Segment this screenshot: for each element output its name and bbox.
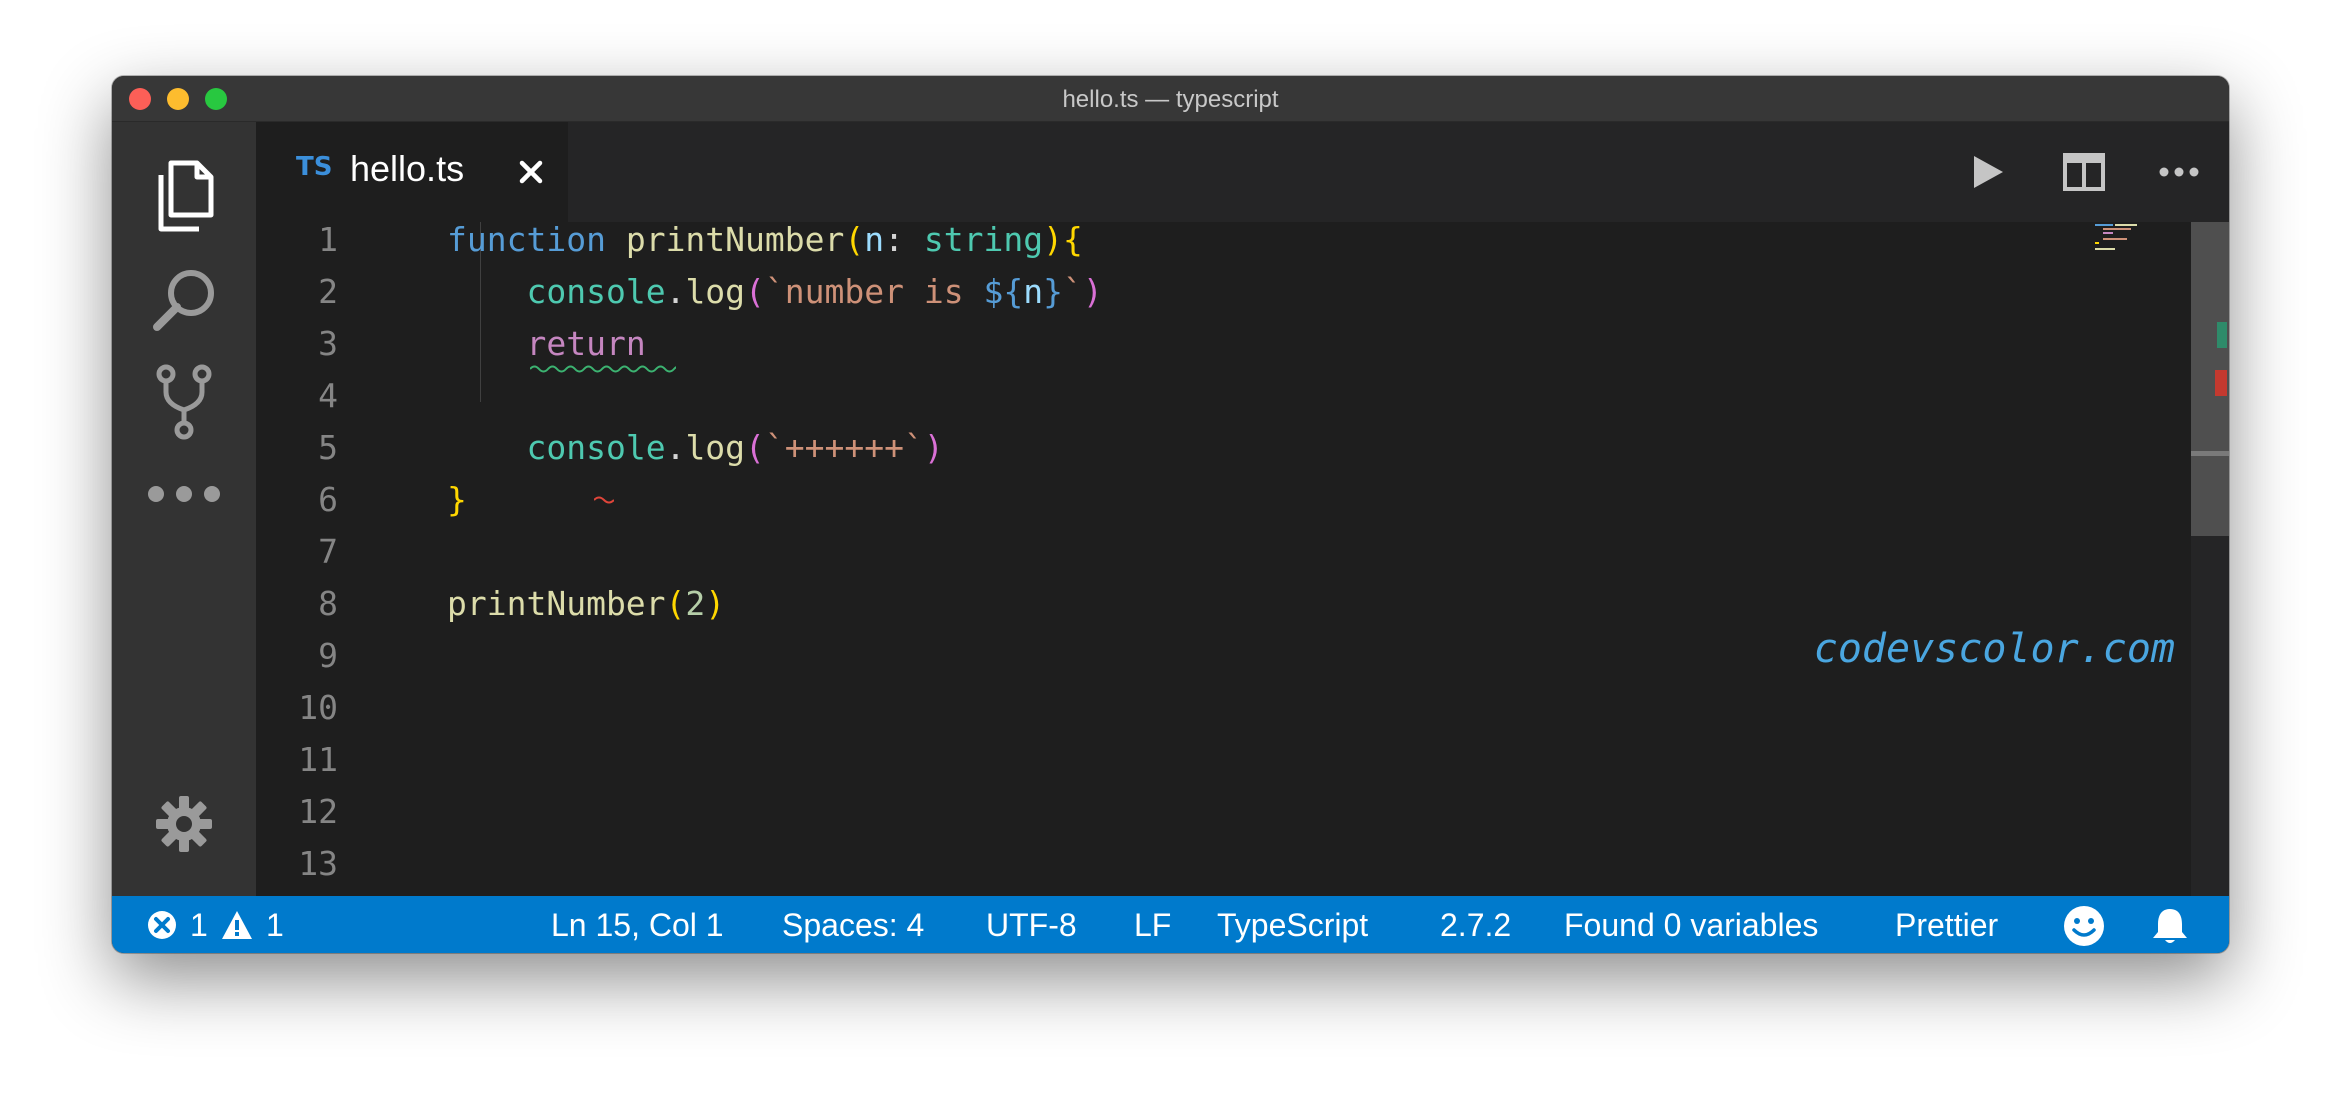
tab-hello-ts[interactable]: TS hello.ts (256, 122, 568, 222)
code-line: function printNumber(n: string){ (447, 222, 1083, 259)
line-number: 1 (318, 222, 338, 259)
source-control-icon (156, 364, 212, 440)
line-number: 11 (298, 740, 338, 779)
code-line: } (447, 480, 467, 519)
cursor-position[interactable]: Ln 15, Col 1 (551, 906, 724, 944)
line-number: 2 (318, 272, 338, 311)
line-number: 6 (318, 480, 338, 519)
vscode-window: hello.ts — typescript TS hello.ts 1 2 3 … (112, 76, 2229, 953)
code-line: printNumber(2) (447, 584, 726, 623)
vertical-scrollbar[interactable] (2191, 222, 2229, 896)
warning-count[interactable]: 1 (266, 906, 284, 944)
close-icon (519, 160, 543, 184)
run-button[interactable] (1963, 147, 2013, 197)
warning-squiggle (530, 365, 676, 373)
formatter-status[interactable]: Prettier (1895, 906, 1998, 944)
minimap[interactable] (2091, 222, 2191, 282)
close-tab-button[interactable] (511, 152, 551, 192)
line-number: 12 (298, 792, 338, 831)
line-number: 7 (318, 532, 338, 571)
error-squiggle (594, 496, 614, 504)
status-bar: 1 1 Ln 15, Col 1 Spaces: 4 UTF-8 LF Type… (112, 896, 2229, 953)
line-number: 8 (318, 584, 338, 623)
more-views-button[interactable] (112, 442, 256, 546)
code-line: return (526, 324, 646, 363)
title-bar: hello.ts — typescript (112, 76, 2229, 122)
feedback-smiley-icon[interactable] (2062, 904, 2106, 948)
scrollbar-cursor-marker (2191, 451, 2229, 456)
line-number: 10 (298, 688, 338, 727)
scrollbar-error-marker (2215, 370, 2227, 396)
variables-status[interactable]: Found 0 variables (1564, 906, 1818, 944)
split-editor-icon (2063, 153, 2105, 191)
files-icon (158, 160, 214, 232)
scrollbar-change-marker (2217, 322, 2227, 348)
line-number: 4 (318, 376, 338, 415)
encoding[interactable]: UTF-8 (986, 906, 1077, 944)
code-line: console.log(`number is ${n}`) (526, 272, 1103, 311)
settings-button[interactable] (112, 772, 256, 876)
search-button[interactable] (112, 248, 256, 352)
typescript-file-icon: TS (296, 152, 333, 182)
gear-icon (156, 796, 212, 852)
split-editor-button[interactable] (2059, 147, 2109, 197)
play-icon (1974, 156, 2003, 188)
line-number: 9 (318, 636, 338, 675)
watermark: codevscolor.com (1813, 626, 2175, 672)
line-number: 3 (318, 324, 338, 363)
activity-bar (112, 122, 256, 896)
code-line: console.log(`++++++`) (526, 428, 944, 467)
line-number: 5 (318, 428, 338, 467)
warning-icon[interactable] (221, 909, 253, 941)
code-editor[interactable]: 1 2 3 4 5 6 7 8 9 10 11 12 13 function p… (256, 222, 2229, 896)
source-control-button[interactable] (112, 350, 256, 454)
window-title: hello.ts — typescript (1062, 86, 1279, 113)
end-of-line[interactable]: LF (1134, 906, 1171, 944)
indentation[interactable]: Spaces: 4 (782, 906, 924, 944)
tab-bar: TS hello.ts (256, 122, 2229, 222)
explorer-button[interactable] (112, 144, 256, 248)
typescript-version[interactable]: 2.7.2 (1440, 906, 1511, 944)
search-icon (153, 270, 214, 331)
ellipsis-icon (148, 486, 220, 502)
ellipsis-icon (2159, 167, 2199, 177)
notifications-bell-icon[interactable] (2148, 904, 2192, 948)
error-icon[interactable] (146, 909, 178, 941)
language-mode[interactable]: TypeScript (1217, 906, 1368, 944)
minimap-preview (2095, 224, 2137, 250)
error-count[interactable]: 1 (190, 906, 208, 944)
more-actions-button[interactable] (2154, 147, 2204, 197)
line-number: 13 (298, 844, 338, 883)
tab-label: hello.ts (350, 148, 465, 189)
